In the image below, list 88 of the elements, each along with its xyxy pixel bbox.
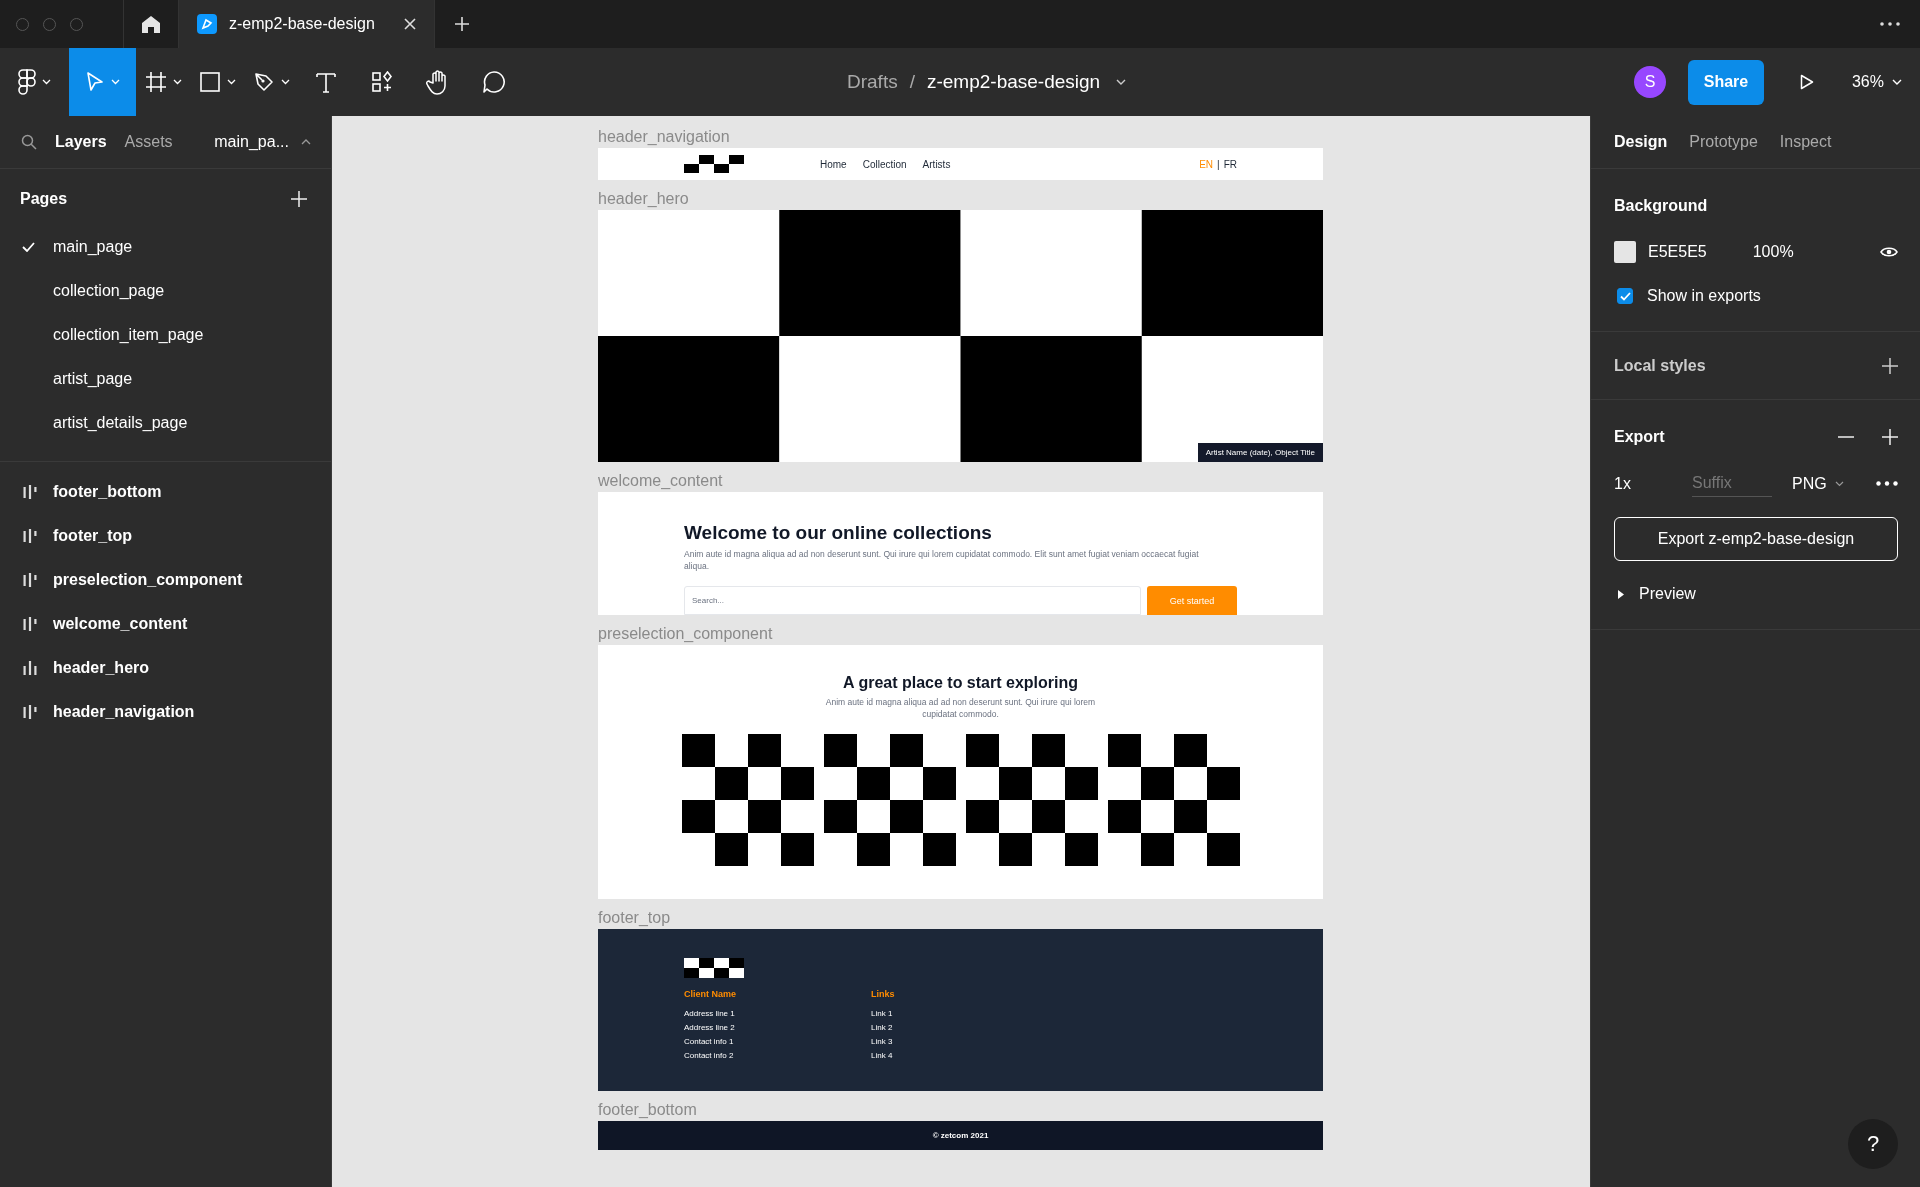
file-icon — [197, 14, 217, 34]
welcome-heading: Welcome to our online collections — [684, 522, 993, 544]
logo-drawing — [684, 155, 744, 173]
page-selector[interactable]: main_pa... — [214, 133, 289, 151]
footer-heading: Client Name — [684, 989, 737, 999]
layer-item[interactable]: preselection_component — [0, 558, 331, 602]
language-option: EN — [1199, 158, 1214, 170]
language-separator: | — [1217, 158, 1220, 170]
section-title: Local styles — [1614, 356, 1706, 375]
footer-line: Link 1 — [871, 1008, 894, 1020]
eye-icon[interactable] — [1880, 246, 1898, 258]
panel-tab[interactable]: Inspect — [1779, 133, 1832, 151]
opacity-value[interactable]: 100% — [1752, 243, 1794, 261]
zoom-level[interactable]: 36% — [1851, 73, 1884, 91]
color-swatch[interactable] — [1614, 241, 1636, 263]
page-item[interactable]: collection_page — [0, 269, 331, 313]
document-tab[interactable]: z-emp2-base-design — [179, 0, 435, 48]
auto-layout-icon — [23, 529, 37, 543]
close-icon[interactable] — [404, 18, 416, 30]
speech-bubble-icon[interactable] — [482, 70, 506, 94]
image-caption: Artist Name (date), Object Title — [1197, 443, 1323, 462]
footer-line: Link 3 — [871, 1036, 894, 1048]
auto-layout-icon — [23, 617, 37, 631]
add-icon[interactable] — [1882, 357, 1898, 374]
page-item[interactable]: collection_item_page — [0, 313, 331, 357]
shapes-icon[interactable] — [371, 71, 393, 93]
search-field[interactable]: Search... — [684, 586, 1142, 615]
section-title: Pages — [20, 190, 68, 208]
text-icon[interactable] — [315, 71, 337, 93]
page-item[interactable]: artist_details_page — [0, 401, 331, 445]
checkbox-label: Show in exports — [1647, 287, 1761, 305]
layer-item[interactable]: header_hero — [0, 646, 331, 690]
square-icon[interactable] — [198, 71, 221, 93]
triangle-right-icon[interactable] — [1616, 589, 1625, 599]
layer-item[interactable]: header_navigation — [0, 690, 331, 734]
section-title: Export — [1614, 428, 1665, 446]
cursor-icon[interactable] — [85, 71, 105, 93]
more-icon[interactable] — [1876, 481, 1898, 486]
panel-tab[interactable]: Layers — [55, 133, 107, 151]
section-title: Background — [1614, 197, 1709, 215]
footer-heading: Links — [871, 989, 896, 999]
layer-item[interactable]: footer_bottom — [0, 470, 331, 514]
scale-value[interactable]: 1x — [1614, 474, 1692, 493]
panel-tab[interactable]: Design — [1614, 133, 1668, 151]
preselection-paragraph: Anim aute id magna aliqua ad ad non deserunt sunt. Qui irure qui lorem cupidatat commodo. — [824, 696, 1097, 720]
export-button[interactable]: Export z-emp2-base-design — [1614, 517, 1898, 561]
share-button[interactable]: Share — [1687, 59, 1764, 105]
chevron-up-icon[interactable] — [301, 139, 311, 145]
new-tab-icon[interactable] — [455, 17, 469, 31]
home-icon[interactable] — [141, 14, 161, 34]
suffix-field[interactable]: Suffix — [1692, 470, 1772, 497]
file-name[interactable]: z-emp2-base-design — [926, 71, 1101, 93]
search-icon[interactable] — [21, 134, 37, 150]
format-dropdown[interactable]: PNG — [1792, 474, 1827, 493]
auto-layout-icon — [23, 705, 37, 719]
user-avatar[interactable]: S — [1633, 66, 1666, 98]
logo-drawing — [684, 958, 744, 978]
auto-layout-icon — [23, 661, 37, 675]
panel-tab[interactable]: Assets — [124, 133, 173, 151]
logo-icon[interactable] — [18, 69, 36, 95]
hash-icon[interactable] — [144, 71, 167, 93]
caret-icon[interactable] — [1116, 79, 1127, 85]
language-option: FR — [1223, 158, 1237, 170]
footer-line: Contact info 2 — [684, 1050, 735, 1062]
welcome-paragraph: Anim aute id magna aliqua ad ad non deserunt sunt. Qui irure qui lorem cupidatat commodo. Elit sunt amet fugiat veniam occaecat fugiat aliqua. — [684, 548, 1200, 572]
footer-line: Link 4 — [871, 1050, 894, 1062]
help-button[interactable]: ? — [1848, 1119, 1898, 1169]
breadcrumb-folder[interactable]: Drafts — [847, 71, 898, 93]
auto-layout-icon — [23, 573, 37, 587]
layer-item[interactable]: welcome_content — [0, 602, 331, 646]
footer-line: Address line 1 — [684, 1008, 736, 1020]
auto-layout-icon — [23, 485, 37, 499]
more-icon[interactable] — [1880, 22, 1900, 26]
preview-toggle[interactable]: Preview — [1614, 585, 1898, 603]
footer-line: Link 2 — [871, 1022, 894, 1034]
layer-item[interactable]: footer_top — [0, 514, 331, 558]
preselection-heading: A great place to start exploring — [843, 674, 1078, 692]
color-value[interactable]: E5E5E5 — [1648, 243, 1707, 261]
pen-icon[interactable] — [252, 71, 275, 93]
footer-line: Contact info 1 — [684, 1036, 735, 1048]
checkbox[interactable] — [1617, 288, 1633, 304]
panel-tab[interactable]: Prototype — [1689, 133, 1758, 151]
present-icon[interactable] — [1799, 74, 1814, 90]
copyright-text: © zetcom 2021 — [932, 1131, 989, 1140]
page-item[interactable]: artist_page — [0, 357, 331, 401]
footer-line: Address line 2 — [684, 1022, 736, 1034]
page-item[interactable]: main_page — [0, 225, 331, 269]
breadcrumb-separator: / — [909, 71, 915, 93]
